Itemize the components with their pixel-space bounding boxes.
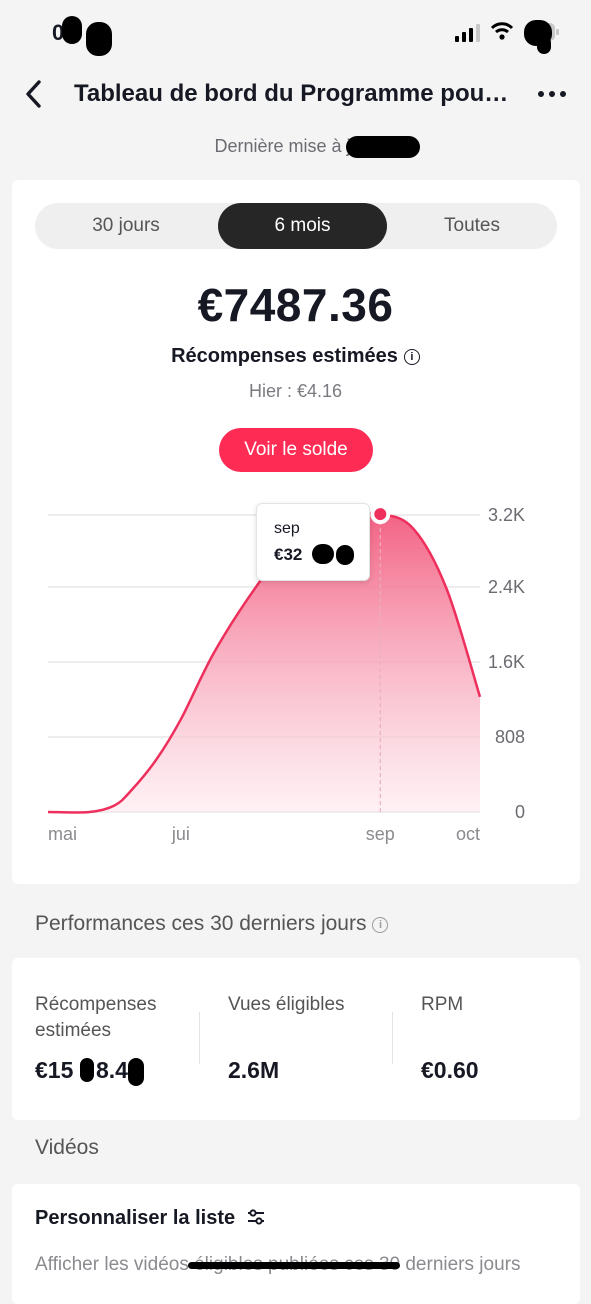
- metric-label-rpm: RPM: [421, 994, 464, 1015]
- y-tick-label: 1.6K: [488, 652, 525, 672]
- metric-value-rewards: €15: [35, 1057, 74, 1083]
- y-tick-label: 0: [515, 802, 525, 822]
- customize-list-label: Personnaliser la liste: [35, 1207, 236, 1229]
- redaction-mark: [312, 544, 334, 564]
- metric-label-rewards: Récompenses estimées: [35, 994, 157, 1041]
- x-tick-label: oct: [456, 824, 480, 844]
- redaction-mark: [537, 36, 551, 54]
- customize-list-button[interactable]: Personnaliser la liste: [35, 1207, 265, 1230]
- performance-section-title: Performances ces 30 derniers jours i: [35, 912, 389, 936]
- highlight-point[interactable]: [370, 504, 391, 525]
- signal-icon: [455, 24, 480, 42]
- last-update-text: Dernière mise à jour: [214, 136, 377, 156]
- y-tick-label: 3.2K: [488, 505, 525, 525]
- info-icon[interactable]: i: [403, 349, 420, 365]
- page-title: Tableau de bord du Programme pou…: [74, 80, 509, 107]
- metric-value-views: 2.6M: [228, 1057, 280, 1083]
- metric-value-rpm: €0.60: [421, 1057, 479, 1083]
- back-button[interactable]: [18, 78, 50, 110]
- chart-tooltip: sep €32: [256, 503, 370, 581]
- videos-section-title: Vidéos: [35, 1136, 99, 1159]
- sliders-icon: [247, 1209, 264, 1225]
- metric-value-rewards-tail: 8.4: [96, 1057, 128, 1083]
- redaction-mark: [62, 16, 82, 44]
- home-indicator: [188, 1262, 400, 1269]
- metric-divider: [392, 1012, 393, 1064]
- redaction-mark: [346, 136, 420, 158]
- wifi-icon: [490, 22, 514, 40]
- performance-title-text: Performances ces 30 derniers jours: [35, 912, 367, 935]
- tab-all[interactable]: Toutes: [387, 203, 557, 249]
- x-tick-label: sep: [366, 824, 395, 844]
- y-tick-label: 808: [495, 727, 525, 747]
- more-dots-icon: [538, 91, 566, 97]
- info-icon[interactable]: i: [372, 917, 389, 933]
- more-options-button[interactable]: [532, 82, 572, 106]
- back-arrow-icon: [26, 80, 41, 108]
- tooltip-month: sep: [274, 520, 300, 537]
- metric-divider: [199, 1012, 200, 1064]
- estimated-rewards-label: Récompenses estimées i: [0, 345, 591, 368]
- redaction-mark: [80, 1058, 94, 1082]
- x-tick-label: jui: [171, 824, 190, 844]
- x-tick-label: mai: [48, 824, 77, 844]
- view-balance-button[interactable]: Voir le solde: [219, 428, 373, 472]
- metric-label-views: Vues éligibles: [228, 994, 345, 1015]
- tab-6-months[interactable]: 6 mois: [218, 203, 387, 249]
- videos-card: [12, 1184, 580, 1304]
- period-selector: 30 jours 6 mois Toutes: [35, 203, 557, 249]
- total-rewards-amount: €7487.36: [197, 279, 394, 331]
- redaction-mark: [128, 1058, 144, 1086]
- yesterday-rewards: Hier : €4.16: [248, 381, 343, 401]
- estimated-rewards-text: Récompenses estimées: [171, 345, 398, 367]
- tab-30-days[interactable]: 30 jours: [35, 203, 217, 249]
- redaction-mark: [336, 545, 354, 565]
- tooltip-value: €32: [274, 545, 303, 564]
- y-tick-label: 2.4K: [488, 577, 525, 597]
- redaction-mark: [86, 22, 112, 56]
